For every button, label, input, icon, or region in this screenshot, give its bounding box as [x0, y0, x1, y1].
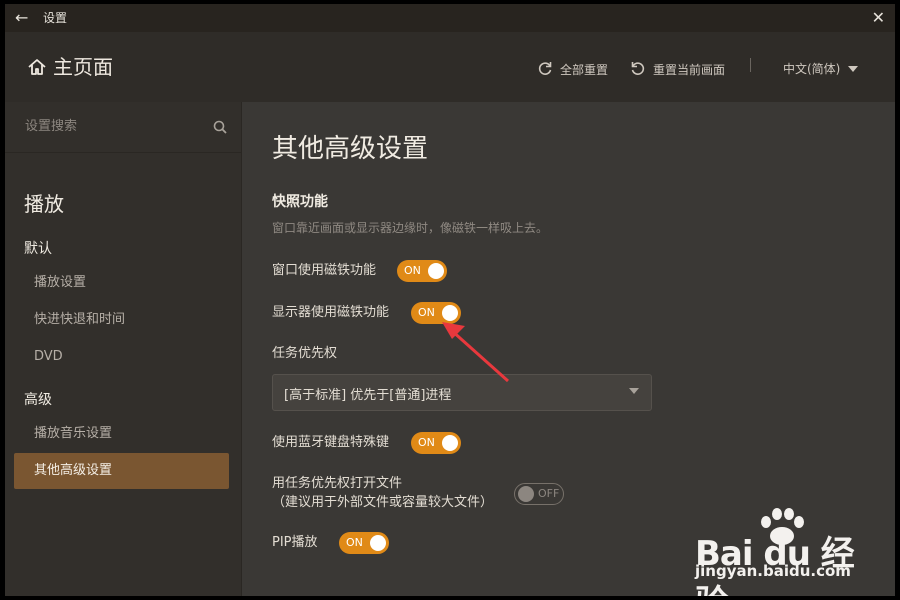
pip-toggle[interactable]: ON — [339, 532, 389, 554]
home-icon — [27, 57, 47, 77]
window-title: 设置 — [43, 11, 68, 25]
home-title: 主页面 — [53, 55, 113, 79]
toggle-knob — [518, 486, 534, 502]
sidebar: 播放 默认 播放设置 快进快退和时间 DVD 高级 播放音乐设置 其他高级设置 — [5, 102, 242, 596]
watermark-brand: Bai du 经验 — [695, 534, 855, 596]
sidebar-item-seek-time[interactable]: 快进快退和时间 — [14, 302, 229, 338]
dropdown-caret-icon — [629, 388, 639, 394]
reset-current-label: 重置当前画面 — [653, 63, 726, 77]
page-title: 其他高级设置 — [272, 134, 429, 164]
language-selector[interactable]: 中文(简体) — [783, 60, 859, 77]
close-icon[interactable]: ✕ — [872, 8, 885, 28]
watermark-url: jingyan.baidu.com — [695, 562, 851, 580]
sidebar-item-other-advanced[interactable]: 其他高级设置 — [14, 453, 229, 489]
toggle-state: ON — [346, 536, 363, 549]
reset-current-button[interactable]: 重置当前画面 — [630, 60, 725, 79]
reset-all-button[interactable]: 全部重置 — [537, 60, 608, 79]
toggle-knob — [428, 263, 444, 279]
toggle-knob — [370, 535, 386, 551]
toggle-state: ON — [418, 436, 435, 449]
sidebar-section-advanced: 高级 — [24, 392, 52, 408]
bluetooth-keys-toggle[interactable]: ON — [411, 432, 461, 454]
search-input[interactable] — [23, 118, 207, 135]
sidebar-group-title: 播放 — [24, 192, 64, 216]
section-description: 窗口靠近画面或显示器边缘时，像磁铁一样吸上去。 — [272, 221, 549, 235]
baidu-watermark: Bai du 经验 jingyan.baidu.com — [695, 504, 865, 596]
window-magnet-toggle[interactable]: ON — [397, 260, 447, 282]
open-priority-toggle[interactable]: OFF — [514, 483, 564, 505]
monitor-magnet-toggle[interactable]: ON — [411, 302, 461, 324]
sidebar-item-music-settings[interactable]: 播放音乐设置 — [14, 416, 229, 452]
toggle-knob — [442, 435, 458, 451]
toggle-state: ON — [418, 306, 435, 319]
toggle-knob — [442, 305, 458, 321]
open-priority-label: 用任务优先权打开文件 — [272, 476, 403, 491]
bluetooth-keys-label: 使用蓝牙键盘特殊键 — [272, 435, 390, 450]
open-priority-hint: （建议用于外部文件或容量较大文件） — [272, 495, 494, 510]
priority-value: [高于标准] 优先于[普通]进程 — [284, 388, 452, 403]
priority-select[interactable]: [高于标准] 优先于[普通]进程 — [272, 374, 652, 411]
header: 主页面 全部重置 重置当前画面 中文(简体) — [5, 32, 895, 102]
title-bar: ← 设置 ✕ — [5, 4, 895, 32]
sidebar-section-default: 默认 — [24, 241, 52, 257]
reset-all-label: 全部重置 — [560, 63, 609, 77]
header-divider — [750, 58, 751, 72]
toggle-state: ON — [404, 264, 421, 277]
back-arrow-icon[interactable]: ← — [15, 8, 28, 28]
sidebar-item-dvd[interactable]: DVD — [14, 339, 229, 375]
settings-window: ← 设置 ✕ 主页面 全部重置 重置当前画面 中文(简体) 设置搜索 播放 默认… — [5, 4, 895, 596]
pip-label: PIP播放 — [272, 535, 318, 550]
window-magnet-label: 窗口使用磁铁功能 — [272, 263, 377, 278]
sidebar-item-playback-settings[interactable]: 播放设置 — [14, 265, 229, 301]
priority-label: 任务优先权 — [272, 346, 338, 361]
section-title: 快照功能 — [272, 194, 328, 210]
undo-icon — [630, 60, 646, 79]
language-value: 中文(简体) — [783, 62, 841, 76]
home-button[interactable]: 主页面 — [27, 55, 113, 79]
search-box — [5, 102, 241, 153]
monitor-magnet-label: 显示器使用磁铁功能 — [272, 305, 390, 320]
chevron-down-icon — [848, 62, 859, 76]
refresh-icon — [537, 60, 553, 79]
toggle-state: OFF — [538, 487, 560, 500]
search-icon[interactable] — [213, 119, 227, 138]
